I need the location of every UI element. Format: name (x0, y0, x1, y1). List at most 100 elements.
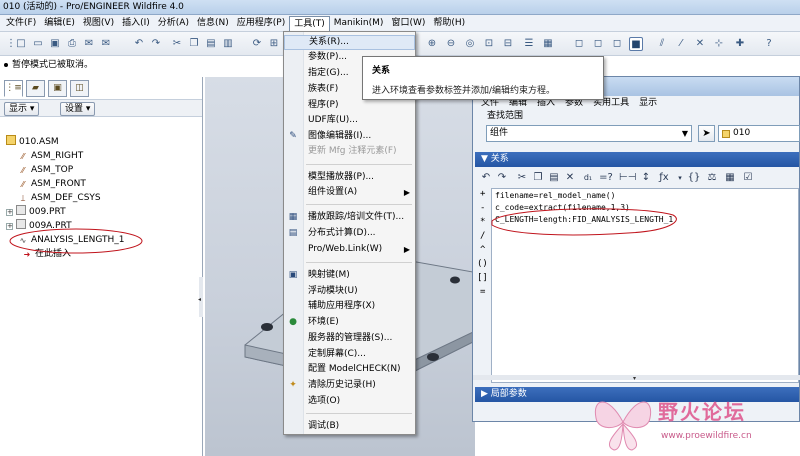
reorient-icon[interactable]: ⊡ (482, 37, 496, 51)
tree-item-asm-top[interactable]: ⁄⁄ ASM_TOP (18, 163, 74, 177)
menu-file[interactable]: 文件(F) (2, 15, 40, 31)
menu-item-image-editor[interactable]: ✎ 图像编辑器(I)... (284, 129, 415, 144)
wireframe-icon[interactable]: ◻ (572, 37, 586, 51)
model-tree-tab-icon[interactable]: ⋮≡ (4, 80, 23, 97)
menu-insert[interactable]: 插入(I) (118, 15, 154, 31)
operator-parentheses[interactable]: () (477, 259, 488, 269)
print-icon[interactable]: ⎙ (65, 37, 79, 51)
insert-function-icon[interactable]: ƒx (657, 171, 671, 185)
expand-icon[interactable]: + (6, 209, 13, 216)
layers-icon[interactable]: ☰ (522, 37, 536, 51)
relations-section-header[interactable]: ▼ 关系 (475, 152, 799, 167)
save-icon[interactable]: ▣ (48, 37, 62, 51)
zoom-out-icon[interactable]: ⊖ (444, 37, 458, 51)
menu-view[interactable]: 视图(V) (79, 15, 118, 31)
menu-item-play-trail[interactable]: ▦ 播放跟踪/培训文件(T)... (284, 210, 415, 225)
copy-icon[interactable]: ❐ (531, 171, 545, 185)
undo-icon[interactable]: ↶ (479, 171, 493, 185)
no-hidden-icon[interactable]: ◻ (610, 37, 624, 51)
menu-item-proweblink[interactable]: Pro/Web.Link(W) ▶ (284, 242, 415, 257)
operator-multiply[interactable]: * (480, 217, 485, 227)
open-file-icon[interactable]: ▭ (31, 37, 45, 51)
regen-manager-icon[interactable]: ⊞ (267, 37, 281, 51)
operator-equals[interactable]: = (480, 287, 485, 297)
menu-item-relations[interactable]: 关系(R)... (284, 35, 415, 50)
menu-item-assembly-settings[interactable]: 组件设置(A) ▶ (284, 185, 415, 200)
annotations-icon[interactable]: ✚ (733, 37, 747, 51)
menu-info[interactable]: 信息(N) (193, 15, 233, 31)
menu-edit[interactable]: 编辑(E) (40, 15, 79, 31)
tree-item-009-prt[interactable]: +009.PRT (6, 205, 66, 219)
csys-icon[interactable]: ⊹ (712, 37, 726, 51)
menu-item-program[interactable]: 程序(P) (284, 98, 415, 113)
display-button[interactable]: 显示 ▾ (4, 102, 40, 116)
zoom-in-icon[interactable]: ⊕ (425, 37, 439, 51)
scope-select[interactable]: 组件 ▼ (486, 125, 692, 142)
undo-icon[interactable]: ↶ (132, 37, 146, 51)
connections-tab-icon[interactable]: ◫ (70, 80, 89, 97)
tree-item-asm-def-csys[interactable]: ⟘ ASM_DEF_CSYS (18, 191, 101, 205)
chevron-down-icon[interactable]: ▾ (673, 171, 687, 185)
verify-icon[interactable]: ☑ (741, 171, 755, 185)
saved-views-icon[interactable]: ⊟ (501, 37, 515, 51)
shading-icon[interactable]: ■ (629, 37, 643, 51)
email-icon[interactable]: ✉ (82, 37, 96, 51)
datum-axes-icon[interactable]: ⁄ (674, 37, 688, 51)
menu-item-mapkeys[interactable]: ▣ 映射键(M) (284, 268, 415, 283)
view-manager-icon[interactable]: ▦ (541, 37, 555, 51)
cut-icon[interactable]: ✂ (515, 171, 529, 185)
menu-item-server-manager[interactable]: 服务器的管理器(S)... (284, 331, 415, 346)
dialog-menu-show[interactable]: 显示 (639, 96, 657, 110)
operator-power[interactable]: ^ (480, 245, 485, 255)
menu-applications[interactable]: 应用程序(P) (233, 15, 289, 31)
menu-item-debug[interactable]: 调试(B) (284, 419, 415, 434)
menu-analysis[interactable]: 分析(A) (154, 15, 193, 31)
new-file-icon[interactable]: □ (14, 37, 28, 51)
tree-item-asm-right[interactable]: ⁄⁄ ASM_RIGHT (18, 149, 84, 163)
email-link-icon[interactable]: ✉ (99, 37, 113, 51)
menu-item-udf-library[interactable]: UDF库(U)... (284, 113, 415, 128)
datum-points-icon[interactable]: ✕ (693, 37, 707, 51)
measure-icon[interactable]: ⊢⊣ (619, 171, 636, 185)
folder-browser-tab-icon[interactable]: ▰ (26, 80, 45, 97)
menu-item-modelcheck[interactable]: 配置 ModelCHECK(N) (284, 362, 415, 377)
regenerate-icon[interactable]: ⟳ (250, 37, 264, 51)
copy-icon[interactable]: ❐ (187, 37, 201, 51)
operator-minus[interactable]: - (480, 203, 485, 213)
redo-icon[interactable]: ↷ (149, 37, 163, 51)
target-field[interactable]: 010 (718, 125, 800, 142)
tree-item-010-asm[interactable]: 010.ASM (6, 135, 59, 149)
relations-editor[interactable]: filename=rel_model_name() c_code=extract… (491, 188, 799, 383)
hidden-line-icon[interactable]: ◻ (591, 37, 605, 51)
menu-item-options[interactable]: 选项(O) (284, 394, 415, 409)
menu-item-environment[interactable]: ● 环境(E) (284, 315, 415, 330)
menu-manikin[interactable]: Manikin(M) (330, 15, 388, 31)
switch-dimensions-icon[interactable]: d₁ (581, 171, 595, 185)
paste-icon[interactable]: ▤ (547, 171, 561, 185)
redo-icon[interactable]: ↷ (495, 171, 509, 185)
favorites-tab-icon[interactable]: ▣ (48, 80, 67, 97)
menu-item-floating-modules[interactable]: 浮动模块(U) (284, 284, 415, 299)
select-pointer-button[interactable]: ➤ (698, 125, 715, 142)
paste-special-icon[interactable]: ▥ (221, 37, 235, 51)
cut-icon[interactable]: ✂ (170, 37, 184, 51)
menu-item-clear-history[interactable]: ✦ 清除历史记录(H) (284, 378, 415, 393)
paste-icon[interactable]: ▤ (204, 37, 218, 51)
delete-icon[interactable]: ✕ (563, 171, 577, 185)
sash-handle[interactable]: ◂ (198, 277, 204, 317)
menu-tools[interactable]: 工具(T) (289, 15, 330, 31)
units-icon[interactable]: ⚖ (705, 171, 719, 185)
context-help-icon[interactable]: ? (762, 37, 776, 51)
operator-divide[interactable]: / (480, 231, 485, 241)
menu-item-auxiliary-apps[interactable]: 辅助应用程序(X) (284, 299, 415, 314)
settings-button[interactable]: 设置 ▾ (60, 102, 96, 116)
relations-section-sash[interactable]: ▾ (473, 374, 800, 381)
evaluate-icon[interactable]: =? (599, 171, 613, 185)
menu-window[interactable]: 窗口(W) (387, 15, 429, 31)
refit-icon[interactable]: ◎ (463, 37, 477, 51)
insert-parameter-icon[interactable]: {} (687, 171, 701, 185)
datum-planes-icon[interactable]: ⫽ (655, 37, 669, 51)
menu-item-customize-screen[interactable]: 定制屏幕(C)... (284, 347, 415, 362)
operator-plus[interactable]: + (480, 189, 485, 199)
operator-brackets[interactable]: [] (477, 273, 488, 283)
